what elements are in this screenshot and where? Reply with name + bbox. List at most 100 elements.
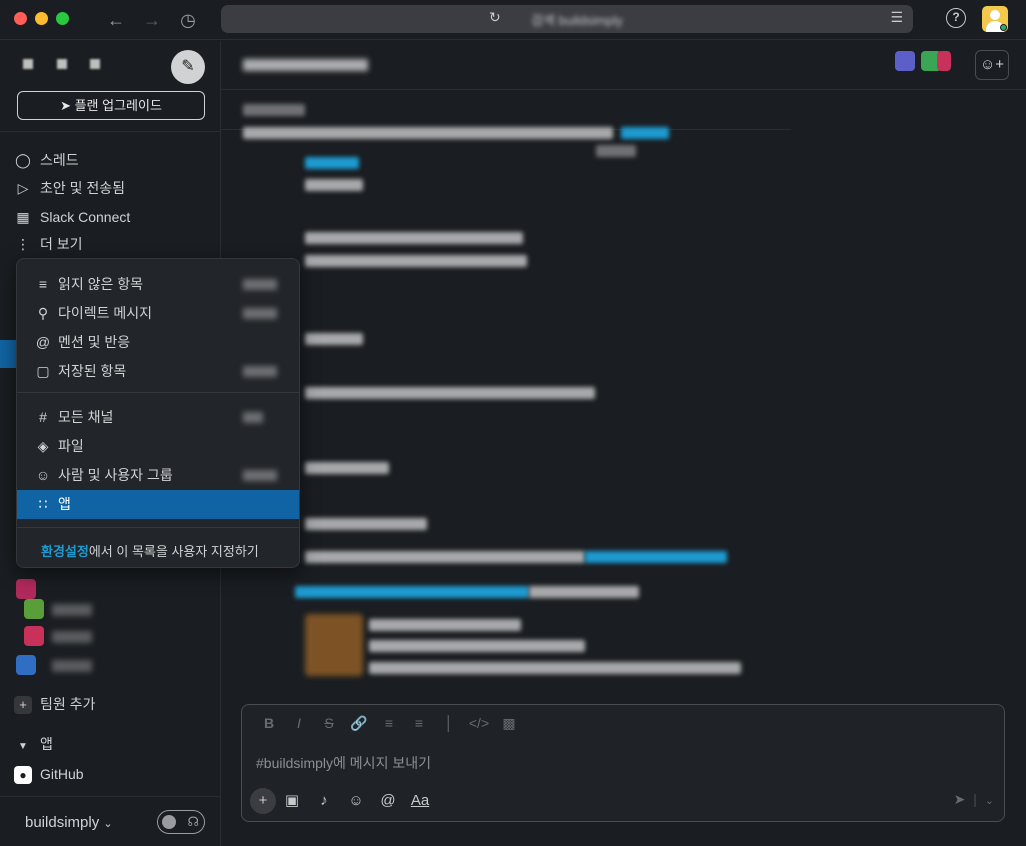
- sidebar-item-more[interactable]: ⋮ 더 보기: [14, 231, 83, 257]
- blurred-text: [305, 518, 427, 530]
- add-teammate-label: 팀원 추가: [40, 696, 96, 712]
- apps-section-label: 앱: [40, 736, 53, 752]
- ordered-list-icon[interactable]: ≡: [374, 715, 404, 731]
- menu-item-dms[interactable]: ⚲ 다이렉트 메시지: [17, 299, 299, 328]
- add-person-icon: ☺+: [979, 56, 1005, 73]
- menu-item-label: 멘션 및 반응: [58, 334, 131, 350]
- shortcut-blurred: [243, 366, 277, 377]
- code-block-icon[interactable]: ▩: [494, 715, 524, 732]
- workspace-name-blurred[interactable]: [57, 59, 67, 69]
- bookmark-icon: ▢: [36, 363, 50, 379]
- menu-item-label: 다이렉트 메시지: [58, 305, 153, 321]
- sidebar-item-threads[interactable]: ◯ 스레드: [14, 147, 78, 173]
- huddle-toggle[interactable]: ☊: [157, 810, 205, 834]
- blurred-text: [243, 127, 613, 139]
- minimize-window-button[interactable]: [35, 12, 48, 25]
- dm-name-blurred[interactable]: [52, 604, 92, 616]
- user-avatar[interactable]: [982, 6, 1008, 32]
- message-input[interactable]: #buildsimply에 메시지 보내기: [256, 753, 431, 773]
- avatar: [937, 51, 951, 71]
- italic-icon[interactable]: I: [284, 715, 314, 731]
- menu-item-mentions[interactable]: @ 멘션 및 반응: [17, 328, 299, 357]
- menu-item-label: 모든 채널: [58, 409, 114, 425]
- menu-item-all-channels[interactable]: # 모든 채널: [17, 403, 299, 432]
- blurred-text: [305, 255, 527, 267]
- upgrade-plan-button[interactable]: ➤ 플랜 업그레이드: [17, 91, 205, 120]
- question-circle-icon[interactable]: ?: [946, 8, 966, 28]
- menu-item-saved[interactable]: ▢ 저장된 항목: [17, 357, 299, 386]
- selected-channel-indicator: [0, 340, 16, 368]
- divider: [0, 131, 221, 132]
- shortcut-blurred: [243, 308, 277, 319]
- menu-item-people[interactable]: ☺ 사람 및 사용자 그룹: [17, 461, 299, 490]
- search-bar[interactable]: ↻ 검색 buildsimply ☰: [221, 5, 913, 33]
- sidebar-item-label: 더 보기: [40, 236, 83, 252]
- at-icon: @: [35, 334, 51, 350]
- microphone-icon[interactable]: ♪: [308, 788, 340, 814]
- reload-icon: ↻: [489, 9, 501, 25]
- blurred-text: [369, 662, 741, 674]
- menu-item-unread[interactable]: ≡ 읽지 않은 항목: [17, 270, 299, 299]
- send-icon[interactable]: ➤: [954, 791, 966, 807]
- filter-icon[interactable]: ☰: [890, 9, 903, 26]
- blurred-image: [305, 614, 363, 676]
- upgrade-label: 플랜 업그레이드: [74, 98, 162, 113]
- workspace-name-blurred[interactable]: [90, 59, 100, 69]
- menu-item-files[interactable]: ◈ 파일: [17, 432, 299, 461]
- caret-down-icon: ▼: [18, 741, 28, 752]
- toggle-knob: [162, 815, 176, 829]
- formatting-toggle-button[interactable]: Aa: [404, 788, 436, 814]
- blurred-text: [305, 462, 389, 474]
- people-icon: ☺: [35, 467, 51, 483]
- link-icon[interactable]: 🔗: [344, 715, 374, 732]
- menu-item-apps[interactable]: ∷ 앱: [17, 490, 299, 519]
- add-member-button[interactable]: ☺+: [975, 50, 1009, 80]
- blurred-link: [295, 586, 529, 598]
- rocket-icon: ➤: [60, 98, 71, 113]
- send-icon: ▷: [17, 180, 29, 196]
- emoji-icon[interactable]: ☺: [340, 788, 372, 814]
- sidebar-item-github[interactable]: ● GitHub: [14, 761, 84, 787]
- arrow-right-icon[interactable]: →: [140, 8, 164, 32]
- blurred-text: [305, 551, 585, 563]
- bulleted-list-icon[interactable]: ≡: [404, 715, 434, 731]
- chevron-down-icon: ⌄: [103, 818, 113, 830]
- mention-icon[interactable]: @: [372, 788, 404, 814]
- chevron-down-icon[interactable]: ⌄: [985, 795, 994, 807]
- menu-item-label: 저장된 항목: [58, 363, 127, 379]
- channels-icon: #: [39, 409, 47, 425]
- workspace-name-blurred[interactable]: [23, 59, 33, 69]
- sidebar-item-drafts[interactable]: ▷ 초안 및 전송됨: [14, 175, 125, 201]
- compose-button[interactable]: ✎: [171, 50, 205, 84]
- blockquote-icon[interactable]: │: [434, 715, 464, 731]
- status-dot: [1000, 24, 1007, 31]
- blurred-text: [529, 586, 639, 598]
- blurred-text: [305, 232, 523, 244]
- plus-icon[interactable]: +: [250, 788, 276, 814]
- blurred-text: [305, 387, 595, 399]
- strikethrough-icon[interactable]: S: [314, 715, 344, 731]
- sidebar-item-slack-connect[interactable]: ▦ Slack Connect: [14, 204, 130, 230]
- shortcut-blurred: [243, 412, 263, 423]
- apps-section-header[interactable]: ▼ 앱: [14, 731, 53, 757]
- close-window-button[interactable]: [14, 12, 27, 25]
- dm-name-blurred[interactable]: [52, 660, 92, 672]
- channel-header: ☺+: [221, 41, 1026, 90]
- send-controls: ➤ | ⌄: [953, 791, 994, 807]
- sidebar-item-label: 초안 및 전송됨: [40, 180, 126, 196]
- workspace-switcher[interactable]: buildsimply ⌄: [25, 814, 113, 831]
- add-teammate-button[interactable]: + 팀원 추가: [14, 691, 95, 717]
- dm-name-blurred[interactable]: [52, 631, 92, 643]
- apps-grid-icon: ∷: [38, 496, 48, 512]
- maximize-window-button[interactable]: [56, 12, 69, 25]
- blurred-text: [369, 619, 521, 631]
- channel-name-blurred[interactable]: [243, 59, 368, 71]
- video-icon[interactable]: ▣: [276, 788, 308, 814]
- channel-subheader: [221, 90, 791, 130]
- headphones-icon: ☊: [187, 814, 199, 829]
- bold-icon[interactable]: B: [254, 715, 284, 731]
- preferences-link[interactable]: 환경설정: [41, 544, 89, 559]
- arrow-left-icon[interactable]: ←: [104, 8, 128, 32]
- code-icon[interactable]: </>: [464, 715, 494, 731]
- clock-icon[interactable]: ◷: [176, 8, 200, 32]
